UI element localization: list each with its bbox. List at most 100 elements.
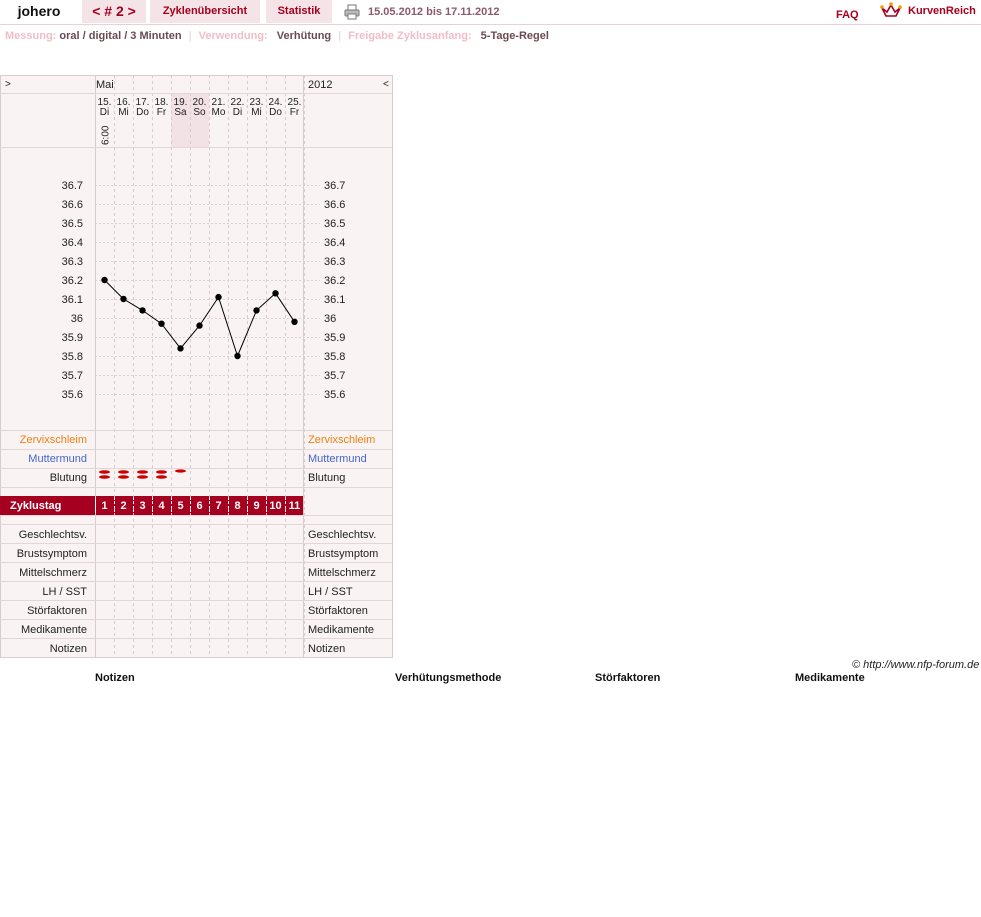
bleeding-mark-heavy <box>99 470 110 474</box>
mittelschmerz-label: Mittelschmerz <box>19 567 87 579</box>
y-tick-label: 36.1 <box>62 294 83 306</box>
notes-label-right: Notizen <box>308 643 345 655</box>
temperature-point <box>120 295 127 303</box>
cycle-day-number: 2 <box>120 500 126 512</box>
mittelschmerz-label-right: Mittelschmerz <box>308 567 376 579</box>
cycle-day-number: 1 <box>101 500 107 512</box>
footer-medication-heading: Medikamente <box>795 672 865 684</box>
weekday-label: Di <box>100 107 109 118</box>
intercourse-label: Geschlechtsv. <box>19 529 87 541</box>
faq-link[interactable]: FAQ <box>836 3 859 27</box>
cycle-day-number: 4 <box>158 500 165 512</box>
release-value: 5-Tage-Regel <box>480 30 549 42</box>
temperature-point <box>215 293 222 301</box>
weekday-label: Mi <box>118 107 129 118</box>
footer-notes-heading: Notizen <box>95 672 135 684</box>
cycle-day-number: 7 <box>215 500 221 512</box>
lh-label: LH / SST <box>42 586 87 598</box>
bleeding-mark-heavy <box>118 475 129 479</box>
weekday-label: Sa <box>174 107 187 118</box>
y-tick-label: 35.8 <box>62 351 83 363</box>
medication-label: Medikamente <box>21 624 87 636</box>
y-tick-label-right: 36.6 <box>324 199 345 211</box>
cycle-day-label: Zyklustag <box>10 500 61 512</box>
temperature-point <box>196 322 203 329</box>
notes-label: Notizen <box>50 643 87 655</box>
weekday-label: Di <box>233 107 242 118</box>
y-tick-label-right: 36 <box>324 313 336 325</box>
cervix-label-right: Muttermund <box>308 453 367 465</box>
bleeding-mark-heavy <box>118 470 129 474</box>
intercourse-label-right: Geschlechtsv. <box>308 529 376 541</box>
bleeding-mark-heavy <box>99 475 110 479</box>
cervix-label: Muttermund <box>28 453 87 465</box>
y-tick-label-right: 35.8 <box>324 351 345 363</box>
breast-label: Brustsymptom <box>17 548 87 560</box>
cycle-day-number: 9 <box>253 500 259 512</box>
temperature-point <box>253 307 260 314</box>
bleeding-label-right: Blutung <box>308 472 345 484</box>
bleeding-mark-light <box>175 469 186 473</box>
y-tick-label: 35.9 <box>62 332 83 344</box>
weekday-label: Mi <box>251 107 262 118</box>
y-tick-label-right: 36.2 <box>324 275 345 287</box>
weekday-label: Fr <box>157 107 167 118</box>
cycle-day-number: 6 <box>196 500 202 512</box>
temperature-point <box>234 352 241 360</box>
y-tick-label-right: 35.9 <box>324 332 345 344</box>
cervical-mucus-label-right: Zervixschleim <box>308 434 375 446</box>
breast-label-right: Brustsymptom <box>308 548 378 560</box>
y-tick-label-right: 36.3 <box>324 256 345 268</box>
cycle-day-number: 3 <box>139 500 145 512</box>
bleeding-label: Blutung <box>50 472 87 484</box>
cycle-day-number: 8 <box>234 500 240 512</box>
bleeding-mark-heavy <box>156 470 167 474</box>
temperature-point <box>291 318 298 325</box>
y-tick-label-right: 36.4 <box>324 237 345 249</box>
y-tick-label: 35.6 <box>62 389 83 401</box>
cervical-mucus-label: Zervixschleim <box>20 434 87 446</box>
weekday-label: Mo <box>212 107 226 118</box>
temperature-point <box>158 320 165 327</box>
disturbances-label: Störfaktoren <box>27 605 87 617</box>
measure-time-label: 6:00 <box>101 125 112 145</box>
y-tick-label-right: 36.7 <box>324 180 345 192</box>
next-month-arrow[interactable]: < <box>383 79 389 90</box>
footer-disturbances-heading: Störfaktoren <box>595 672 661 684</box>
y-tick-label-right: 35.6 <box>324 389 345 401</box>
y-tick-label-right: 36.5 <box>324 218 345 230</box>
temperature-point <box>139 307 146 314</box>
y-tick-label: 36 <box>71 313 83 325</box>
y-tick-label: 36.4 <box>62 237 83 249</box>
bleeding-mark-heavy <box>137 475 148 479</box>
logo-text[interactable]: KurvenReich <box>908 0 976 22</box>
prev-month-arrow[interactable]: > <box>5 79 11 90</box>
lh-label-right: LH / SST <box>308 586 353 598</box>
copyright-text[interactable]: © http://www.nfp-forum.de <box>852 659 979 671</box>
y-tick-label: 35.7 <box>62 370 83 382</box>
temperature-point <box>101 276 108 284</box>
y-tick-label-right: 36.1 <box>324 294 345 306</box>
weekday-label: Fr <box>290 107 300 118</box>
month-label: Mai <box>96 79 114 91</box>
temperature-point <box>177 345 184 352</box>
y-tick-label: 36.7 <box>62 180 83 192</box>
temperature-point <box>272 290 279 297</box>
cycle-day-number: 11 <box>289 500 301 512</box>
medication-label-right: Medikamente <box>308 624 374 636</box>
weekday-label: Do <box>136 107 149 118</box>
cycle-day-number: 10 <box>269 500 281 512</box>
weekday-label: Do <box>269 107 282 118</box>
bleeding-mark-heavy <box>156 475 167 479</box>
crown-icon[interactable] <box>880 1 902 21</box>
y-tick-label: 36.5 <box>62 218 83 230</box>
disturbances-label-right: Störfaktoren <box>308 605 368 617</box>
y-tick-label: 36.6 <box>62 199 83 211</box>
cycle-day-number: 5 <box>177 500 183 512</box>
cycle-chart: > Mai 2012 <15.Di16.Mi17.Do18.Fr19.Sa20.So2… <box>0 75 393 658</box>
weekday-label: So <box>193 107 206 118</box>
footer-contraception-heading: Verhütungsmethode <box>395 672 502 684</box>
bleeding-mark-heavy <box>137 470 148 474</box>
year-label: 2012 <box>308 79 332 91</box>
y-tick-label: 36.3 <box>62 256 83 268</box>
